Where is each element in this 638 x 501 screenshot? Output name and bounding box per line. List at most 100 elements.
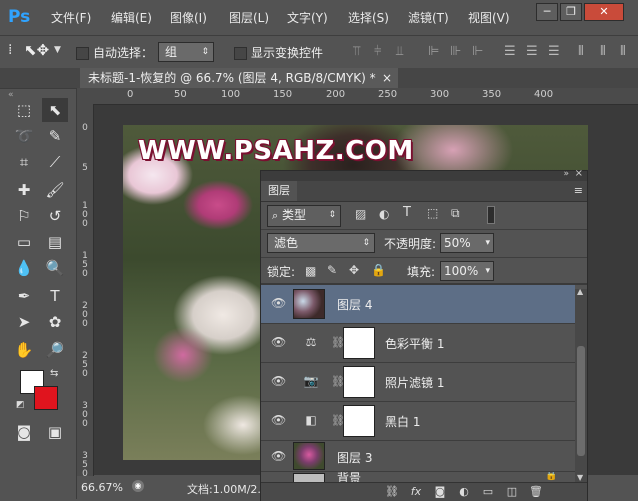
default-colors-icon[interactable]: ◩ xyxy=(16,400,25,410)
filter-adjustment-icon[interactable]: ◐ xyxy=(379,207,389,221)
distribute-right-icon[interactable]: ⦀ xyxy=(620,44,634,59)
eye-icon[interactable]: 👁 xyxy=(271,375,287,387)
new-layer-icon[interactable]: ◫ xyxy=(503,484,521,500)
show-transform-checkbox[interactable] xyxy=(234,47,247,60)
quick-mask-icon[interactable]: ◙ xyxy=(11,420,37,444)
align-vcenter-icon[interactable]: ⫩ xyxy=(374,44,388,59)
menu-edit[interactable]: 编辑(E) xyxy=(111,9,152,26)
distribute-vcenter-icon[interactable]: ☰ xyxy=(526,44,540,59)
distribute-top-icon[interactable]: ☰ xyxy=(504,44,518,59)
hand-tool-icon[interactable]: ✋ xyxy=(11,338,37,362)
layer-row[interactable]: 👁 图层 4 xyxy=(261,285,575,324)
fill-input[interactable]: 100% ▾ xyxy=(440,261,494,281)
layer-row[interactable]: 👁 ◧ ⛓ 黑白 1 xyxy=(261,402,575,441)
zoom-level[interactable]: 66.67% xyxy=(81,481,123,494)
close-panel-icon[interactable]: × xyxy=(575,168,583,179)
distribute-hcenter-icon[interactable]: ⦀ xyxy=(600,44,614,59)
auto-select-dropdown[interactable]: 组 ⇕ xyxy=(158,42,214,62)
lasso-tool-icon[interactable]: ➰ xyxy=(11,124,37,148)
layer-row[interactable]: 👁 📷 ⛓ 照片滤镜 1 xyxy=(261,363,575,402)
blend-mode-dropdown[interactable]: 滤色 ⇕ xyxy=(267,233,375,253)
collapse-panel-icon[interactable]: » xyxy=(563,169,569,179)
background-color-swatch[interactable] xyxy=(34,386,58,410)
distribute-left-icon[interactable]: ⦀ xyxy=(578,44,592,59)
menu-file[interactable]: 文件(F) xyxy=(51,9,91,26)
lock-transparency-icon[interactable]: ▩ xyxy=(305,264,316,278)
document-tab[interactable]: 未标题-1-恢复的 @ 66.7% (图层 4, RGB/8/CMYK) * × xyxy=(80,68,398,88)
shape-tool-icon[interactable]: ✿ xyxy=(42,310,68,334)
layer-filter-dropdown[interactable]: ⌕ 类型 ⇕ xyxy=(267,205,341,227)
blur-tool-icon[interactable]: 💧 xyxy=(11,256,37,280)
align-right-icon[interactable]: ⊩ xyxy=(472,44,486,59)
menu-layer[interactable]: 图层(L) xyxy=(229,9,269,26)
swap-colors-icon[interactable]: ⇆ xyxy=(50,368,58,379)
layer-name[interactable]: 图层 4 xyxy=(337,296,372,313)
filter-pixel-icon[interactable]: ▨ xyxy=(355,207,366,221)
screen-mode-icon[interactable]: ▣ xyxy=(42,420,68,444)
marquee-tool-icon[interactable]: ⬚ xyxy=(11,98,37,122)
auto-select-checkbox[interactable] xyxy=(76,47,89,60)
align-bottom-icon[interactable]: ⫫ xyxy=(396,44,410,59)
menu-image[interactable]: 图像(I) xyxy=(170,9,207,26)
menu-filter[interactable]: 滤镜(T) xyxy=(408,9,449,26)
tab-layers[interactable]: 图层 xyxy=(261,181,297,201)
menu-type[interactable]: 文字(Y) xyxy=(287,9,328,26)
menu-view[interactable]: 视图(V) xyxy=(468,9,510,26)
dodge-tool-icon[interactable]: 🔍 xyxy=(42,256,68,280)
panel-menu-icon[interactable]: ≡ xyxy=(574,184,583,197)
pen-tool-icon[interactable]: ✒ xyxy=(11,284,37,308)
layer-name[interactable]: 背景 xyxy=(337,472,361,482)
align-left-icon[interactable]: ⊫ xyxy=(428,44,442,59)
distribute-bottom-icon[interactable]: ☰ xyxy=(548,44,562,59)
opacity-input[interactable]: 50% ▾ xyxy=(440,233,494,253)
chevron-down-icon[interactable]: ▼ xyxy=(54,45,61,55)
eyedropper-tool-icon[interactable]: ⟋ xyxy=(42,150,68,174)
path-selection-tool-icon[interactable]: ➤ xyxy=(11,310,37,334)
move-tool-preset-icon[interactable]: ⬉✥ xyxy=(24,41,49,59)
fx-icon[interactable]: fx xyxy=(407,484,425,500)
layer-name[interactable]: 黑白 1 xyxy=(385,413,420,430)
layer-row[interactable]: 背景 🔒 xyxy=(261,472,575,482)
layer-name[interactable]: 照片滤镜 1 xyxy=(385,374,444,391)
close-button[interactable]: ✕ xyxy=(584,3,624,21)
status-info-icon[interactable]: ◉ xyxy=(132,480,144,492)
link-layers-icon[interactable]: ⛓ xyxy=(383,484,401,500)
lock-all-icon[interactable]: 🔒 xyxy=(371,263,386,277)
layer-row[interactable]: 👁 ⚖ ⛓ 色彩平衡 1 xyxy=(261,324,575,363)
crop-tool-icon[interactable]: ⌗ xyxy=(11,150,37,174)
zoom-tool-icon[interactable]: 🔎 xyxy=(42,338,68,362)
filter-smart-object-icon[interactable]: ⧉ xyxy=(451,206,460,221)
eye-icon[interactable]: 👁 xyxy=(271,450,287,462)
eye-icon[interactable]: 👁 xyxy=(271,297,287,309)
eraser-tool-icon[interactable]: ▭ xyxy=(11,230,37,254)
type-tool-icon[interactable]: T xyxy=(42,284,68,308)
minimize-button[interactable]: ─ xyxy=(536,3,558,21)
filter-type-icon[interactable]: T xyxy=(403,205,411,220)
new-group-icon[interactable]: ▭ xyxy=(479,484,497,500)
lock-image-icon[interactable]: ✎ xyxy=(327,263,337,277)
eye-icon[interactable]: 👁 xyxy=(271,414,287,426)
add-mask-icon[interactable]: ◙ xyxy=(431,484,449,500)
filter-shape-icon[interactable]: ⬚ xyxy=(427,206,438,220)
scrollbar-thumb[interactable] xyxy=(577,346,585,456)
align-hcenter-icon[interactable]: ⊪ xyxy=(450,44,464,59)
history-brush-tool-icon[interactable]: ↺ xyxy=(42,204,68,228)
eye-icon[interactable]: 👁 xyxy=(271,336,287,348)
gradient-tool-icon[interactable]: ▤ xyxy=(42,230,68,254)
menu-select[interactable]: 选择(S) xyxy=(348,9,389,26)
layer-name[interactable]: 图层 3 xyxy=(337,449,372,466)
trash-icon[interactable]: 🗑 xyxy=(527,484,545,500)
close-tab-icon[interactable]: × xyxy=(382,68,392,88)
brush-tool-icon[interactable]: 🖌 xyxy=(42,178,68,202)
scroll-up-icon[interactable]: ▲ xyxy=(577,287,583,296)
quick-select-tool-icon[interactable]: ✎ xyxy=(42,124,68,148)
align-top-icon[interactable]: ⫪ xyxy=(353,44,367,59)
scroll-down-icon[interactable]: ▼ xyxy=(577,473,583,482)
lock-position-icon[interactable]: ✥ xyxy=(349,263,359,277)
filter-toggle[interactable] xyxy=(487,206,495,224)
layer-row[interactable]: 👁 图层 3 xyxy=(261,441,575,472)
new-adjustment-icon[interactable]: ◐ xyxy=(455,484,473,500)
clone-stamp-tool-icon[interactable]: ⚐ xyxy=(11,204,37,228)
healing-brush-tool-icon[interactable]: ✚ xyxy=(11,178,37,202)
restore-button[interactable]: ❐ xyxy=(560,3,582,21)
